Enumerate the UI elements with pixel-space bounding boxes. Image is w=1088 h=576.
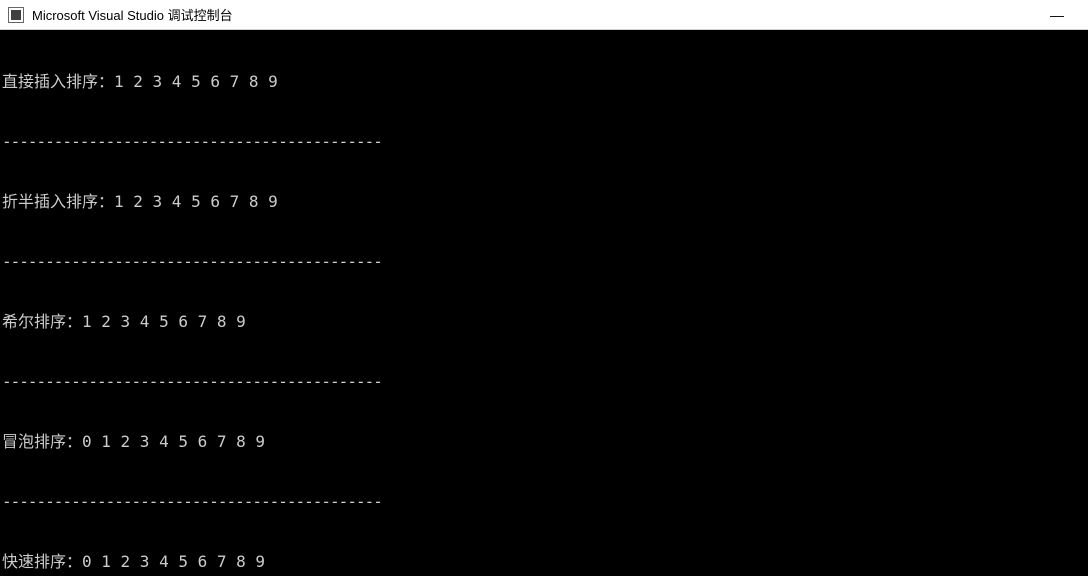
- titlebar[interactable]: Microsoft Visual Studio 调试控制台 —: [0, 0, 1088, 30]
- window-controls: —: [1034, 0, 1080, 30]
- app-icon: [8, 7, 24, 23]
- divider: ----------------------------------------…: [2, 132, 1086, 152]
- console-output[interactable]: 直接插入排序：1 2 3 4 5 6 7 8 9 ---------------…: [0, 30, 1088, 576]
- minimize-button[interactable]: —: [1034, 0, 1080, 30]
- output-line: 冒泡排序：0 1 2 3 4 5 6 7 8 9: [2, 432, 1086, 452]
- window-title: Microsoft Visual Studio 调试控制台: [32, 5, 1034, 24]
- divider: ----------------------------------------…: [2, 372, 1086, 392]
- output-line: 希尔排序：1 2 3 4 5 6 7 8 9: [2, 312, 1086, 332]
- divider: ----------------------------------------…: [2, 252, 1086, 272]
- divider: ----------------------------------------…: [2, 492, 1086, 512]
- output-line: 折半插入排序：1 2 3 4 5 6 7 8 9: [2, 192, 1086, 212]
- console-window: Microsoft Visual Studio 调试控制台 — 直接插入排序：1…: [0, 0, 1088, 576]
- output-line: 直接插入排序：1 2 3 4 5 6 7 8 9: [2, 72, 1086, 92]
- output-line: 快速排序：0 1 2 3 4 5 6 7 8 9: [2, 552, 1086, 572]
